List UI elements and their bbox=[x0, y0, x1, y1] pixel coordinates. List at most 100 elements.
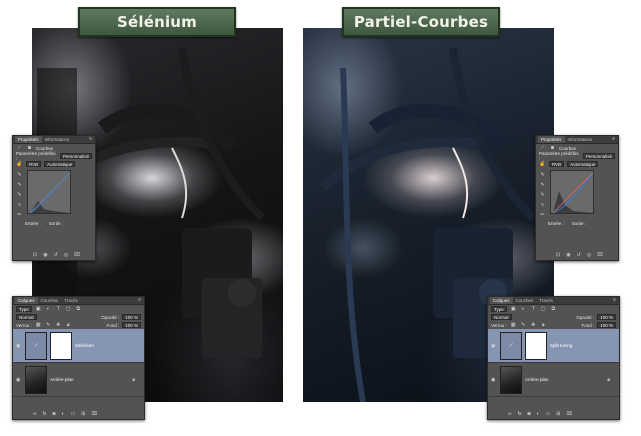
view-previous-icon[interactable]: ◉ bbox=[43, 252, 47, 258]
curve-point-icon[interactable]: ∿ bbox=[16, 202, 23, 208]
auto-button[interactable]: Automatique bbox=[567, 161, 599, 167]
group-icon[interactable]: ▭ bbox=[71, 411, 76, 417]
lock-move-icon[interactable]: ✥ bbox=[55, 322, 62, 328]
fill-input[interactable]: 100 % bbox=[597, 322, 616, 328]
eyedropper-black-icon[interactable]: ✎ bbox=[539, 172, 546, 178]
lock-all-icon[interactable]: 🔒︎ bbox=[540, 322, 547, 328]
layer-row-adjustment[interactable]: ◉ ⟋ Sélénium bbox=[13, 329, 144, 363]
auto-button[interactable]: Automatique bbox=[44, 161, 76, 167]
tab-proprietes[interactable]: Propriétés bbox=[538, 136, 565, 143]
hand-tool-icon[interactable]: ☝ bbox=[16, 161, 23, 167]
lock-icon[interactable]: 🔒︎ bbox=[607, 377, 610, 383]
clip-icon[interactable]: ⊡ bbox=[556, 252, 560, 258]
lock-pixels-icon[interactable]: ▦ bbox=[35, 322, 42, 328]
filter-shape-icon[interactable]: ▢ bbox=[540, 306, 547, 312]
preset-select[interactable]: Personnalisé bbox=[582, 153, 615, 159]
link-icon[interactable]: ∞ bbox=[33, 411, 37, 417]
curves-graph[interactable] bbox=[27, 170, 71, 214]
eye-icon[interactable]: ◉ bbox=[491, 343, 497, 349]
tab-calques[interactable]: Calques bbox=[490, 297, 513, 304]
tab-traces[interactable]: Tracés bbox=[61, 297, 81, 304]
channel-select[interactable]: RVB bbox=[549, 161, 565, 167]
clip-icon[interactable]: ⊡ bbox=[33, 252, 37, 258]
visibility-icon[interactable]: ◎ bbox=[587, 252, 591, 258]
panel-menu-icon[interactable]: ≡ bbox=[613, 297, 616, 304]
tab-informations[interactable]: Informations bbox=[42, 136, 73, 143]
layer-row-background[interactable]: ◉ Arrière-plan 🔒︎ bbox=[488, 363, 619, 397]
lock-icon[interactable]: 🔒︎ bbox=[132, 377, 135, 383]
panel-menu-icon[interactable]: ≡ bbox=[138, 297, 141, 304]
reset-icon[interactable]: ↺ bbox=[577, 252, 581, 258]
tab-proprietes[interactable]: Propriétés bbox=[15, 136, 42, 143]
tab-couches[interactable]: Couches bbox=[38, 297, 62, 304]
visibility-icon[interactable]: ◎ bbox=[64, 252, 68, 258]
curves-graph[interactable] bbox=[550, 170, 594, 214]
filter-select[interactable]: Type bbox=[491, 306, 507, 312]
pencil-icon[interactable]: ✏ bbox=[539, 212, 546, 218]
new-layer-icon[interactable]: ⊞ bbox=[556, 411, 560, 417]
filter-shape-icon[interactable]: ▢ bbox=[65, 306, 72, 312]
blend-mode-select[interactable]: Normal bbox=[491, 314, 512, 320]
filter-adjust-icon[interactable]: ◐ bbox=[520, 306, 527, 312]
eye-icon[interactable]: ◉ bbox=[491, 377, 497, 383]
lock-paint-icon[interactable]: ✎ bbox=[45, 322, 52, 328]
adjustment-layer-icon[interactable]: ◐ bbox=[537, 411, 540, 417]
filter-smart-icon[interactable]: ⧉ bbox=[550, 306, 557, 312]
filter-text-icon[interactable]: T bbox=[55, 306, 62, 312]
add-mask-icon[interactable]: ◙ bbox=[52, 411, 55, 417]
panel-menu-icon[interactable]: ≡ bbox=[89, 136, 92, 143]
lock-all-icon[interactable]: 🔒︎ bbox=[65, 322, 72, 328]
layer-name[interactable]: Arrière-plan bbox=[50, 377, 74, 382]
delete-icon[interactable]: ⌧ bbox=[597, 252, 603, 258]
trash-icon[interactable]: ⌧ bbox=[566, 411, 572, 417]
fill-input[interactable]: 100 % bbox=[122, 322, 141, 328]
group-icon[interactable]: ▭ bbox=[546, 411, 551, 417]
tab-informations[interactable]: Informations bbox=[565, 136, 596, 143]
lock-pixels-icon[interactable]: ▦ bbox=[510, 322, 517, 328]
filter-select[interactable]: Type bbox=[16, 306, 32, 312]
fx-icon[interactable]: fx bbox=[518, 411, 522, 417]
add-mask-icon[interactable]: ◙ bbox=[527, 411, 530, 417]
link-icon[interactable]: ∞ bbox=[508, 411, 512, 417]
tab-traces[interactable]: Tracés bbox=[536, 297, 556, 304]
opacity-input[interactable]: 100 % bbox=[122, 314, 141, 320]
panel-menu-icon[interactable]: ≡ bbox=[612, 136, 615, 143]
layer-row-adjustment[interactable]: ◉ ⟋ Split toning bbox=[488, 329, 619, 363]
filter-text-icon[interactable]: T bbox=[530, 306, 537, 312]
tab-couches[interactable]: Couches bbox=[513, 297, 537, 304]
layer-name[interactable]: Arrière-plan bbox=[525, 377, 549, 382]
reset-icon[interactable]: ↺ bbox=[54, 252, 58, 258]
eyedropper-white-icon[interactable]: ✎ bbox=[16, 192, 23, 198]
lock-move-icon[interactable]: ✥ bbox=[530, 322, 537, 328]
trash-icon[interactable]: ⌧ bbox=[91, 411, 97, 417]
pencil-icon[interactable]: ✏ bbox=[16, 212, 23, 218]
layer-name[interactable]: Split toning bbox=[550, 343, 572, 348]
filter-pixel-icon[interactable]: ▣ bbox=[510, 306, 517, 312]
eye-icon[interactable]: ◉ bbox=[16, 377, 22, 383]
adjustment-layer-icon[interactable]: ◐ bbox=[62, 411, 65, 417]
eyedropper-white-icon[interactable]: ✎ bbox=[539, 192, 546, 198]
tab-calques[interactable]: Calques bbox=[15, 297, 38, 304]
preset-select[interactable]: Personnalisé bbox=[59, 153, 92, 159]
layer-mask-thumbnail[interactable] bbox=[50, 331, 72, 360]
eyedropper-gray-icon[interactable]: ✎ bbox=[539, 182, 546, 188]
view-previous-icon[interactable]: ◉ bbox=[566, 252, 570, 258]
filter-adjust-icon[interactable]: ◐ bbox=[45, 306, 52, 312]
fx-icon[interactable]: fx bbox=[43, 411, 47, 417]
curve-point-icon[interactable]: ∿ bbox=[539, 202, 546, 208]
layer-row-background[interactable]: ◉ Arrière-plan 🔒︎ bbox=[13, 363, 144, 397]
eyedropper-gray-icon[interactable]: ✎ bbox=[16, 182, 23, 188]
filter-smart-icon[interactable]: ⧉ bbox=[75, 306, 82, 312]
layer-name[interactable]: Sélénium bbox=[75, 343, 94, 348]
blend-mode-select[interactable]: Normal bbox=[16, 314, 37, 320]
filter-pixel-icon[interactable]: ▣ bbox=[35, 306, 42, 312]
new-layer-icon[interactable]: ⊞ bbox=[81, 411, 85, 417]
eye-icon[interactable]: ◉ bbox=[16, 343, 22, 349]
hand-tool-icon[interactable]: ☝ bbox=[539, 161, 546, 167]
opacity-input[interactable]: 100 % bbox=[597, 314, 616, 320]
lock-paint-icon[interactable]: ✎ bbox=[520, 322, 527, 328]
delete-icon[interactable]: ⌧ bbox=[74, 252, 80, 258]
channel-select[interactable]: RVB bbox=[26, 161, 42, 167]
eyedropper-black-icon[interactable]: ✎ bbox=[16, 172, 23, 178]
layer-mask-thumbnail[interactable] bbox=[525, 331, 547, 360]
